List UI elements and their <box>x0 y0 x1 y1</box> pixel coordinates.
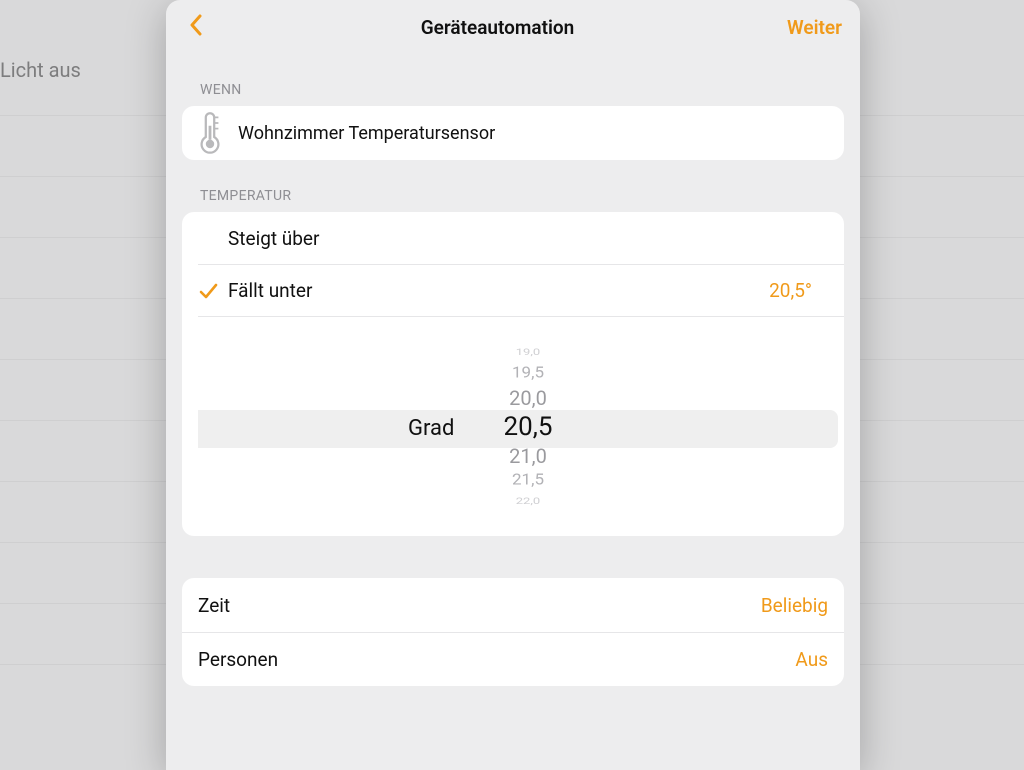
automation-sheet: Geräteautomation Weiter WENN Wohnzimmer … <box>166 0 860 770</box>
picker-column[interactable]: 19,0 19,5 20,0 20,5 21,0 21,5 22,0 <box>488 317 568 536</box>
time-value: Beliebig <box>761 594 828 617</box>
thermometer-icon <box>196 116 224 150</box>
option-label: Steigt über <box>228 227 828 250</box>
chevron-left-icon <box>189 14 203 40</box>
sensor-card[interactable]: Wohnzimmer Temperatursensor <box>182 106 844 160</box>
option-label: Fällt unter <box>228 279 769 302</box>
back-button[interactable] <box>184 15 208 39</box>
next-button[interactable]: Weiter <box>787 16 842 39</box>
picker-value: 21,0 <box>488 446 568 466</box>
time-label: Zeit <box>198 594 230 617</box>
time-row[interactable]: Zeit Beliebig <box>182 578 844 632</box>
picker-value: 22,0 <box>488 496 568 505</box>
persons-value: Aus <box>795 648 828 671</box>
checkmark-icon <box>198 281 228 301</box>
temperature-picker[interactable]: Grad 19,0 19,5 20,0 20,5 21,0 21,5 22,0 <box>198 316 844 536</box>
sheet-header: Geräteautomation Weiter <box>166 0 860 54</box>
persons-label: Personen <box>198 648 278 671</box>
picker-value: 19,0 <box>488 347 568 356</box>
option-falls-below[interactable]: Fällt unter 20,5° <box>198 264 844 316</box>
temperatur-section-label: TEMPERATUR <box>182 160 844 212</box>
sheet-title: Geräteautomation <box>421 16 575 39</box>
picker-unit-label: Grad <box>408 416 454 441</box>
sheet-body: WENN Wohnzimmer Temperatursensor TEMPERA… <box>166 54 860 770</box>
picker-value-selected: 20,5 <box>488 414 568 440</box>
wenn-section-label: WENN <box>182 54 844 106</box>
option-selected-value: 20,5° <box>769 279 812 302</box>
extras-card: Zeit Beliebig Personen Aus <box>182 578 844 686</box>
picker-value: 19,5 <box>488 365 568 380</box>
background-sidebar-text: Licht aus <box>0 58 81 82</box>
picker-value: 21,5 <box>488 472 568 487</box>
temperatur-card: Steigt über Fällt unter 20,5° Grad 19,0 … <box>182 212 844 536</box>
persons-row[interactable]: Personen Aus <box>182 632 844 686</box>
option-rises-above[interactable]: Steigt über <box>182 212 844 264</box>
sensor-name: Wohnzimmer Temperatursensor <box>238 123 495 144</box>
picker-value: 20,0 <box>488 388 568 408</box>
